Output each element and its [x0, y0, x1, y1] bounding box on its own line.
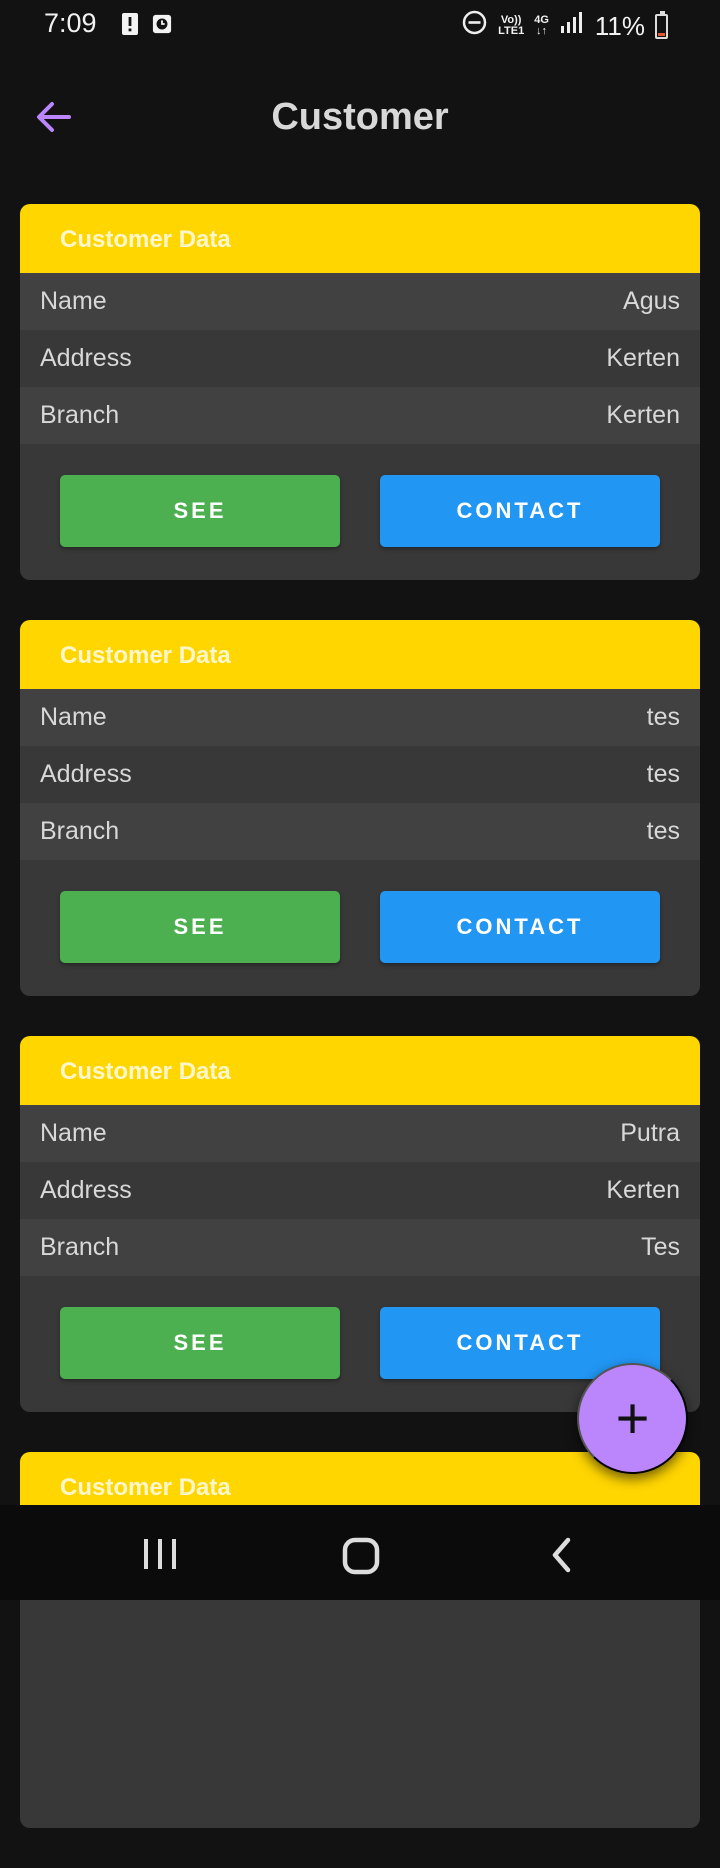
status-notification-icons [120, 12, 172, 36]
status-time: 7:09 [44, 8, 97, 38]
branch-value: Kerten [606, 401, 680, 429]
card-header: Customer Data [20, 620, 700, 689]
field-label: Branch [40, 817, 120, 845]
field-label: Address [40, 1176, 132, 1204]
home-icon[interactable] [342, 1537, 380, 1580]
contact-button[interactable]: CONTACT [380, 475, 660, 547]
battery-alert-icon [120, 12, 140, 36]
nav-back-icon[interactable] [548, 1537, 576, 1578]
field-label: Branch [40, 401, 120, 429]
see-button[interactable]: SEE [60, 891, 340, 963]
card-actions: SEE CONTACT [60, 475, 660, 547]
see-button[interactable]: SEE [60, 1307, 340, 1379]
customer-card: Customer Data Name Agus Address Kerten Bra… [20, 204, 700, 580]
address-row: Address Kerten [20, 1162, 700, 1219]
branch-row: Branch Tes [20, 1219, 700, 1276]
field-label: Name [40, 703, 107, 731]
field-label: Address [40, 344, 132, 372]
name-value: Agus [623, 287, 680, 315]
branch-row: Branch tes [20, 803, 700, 860]
clock-icon [152, 12, 172, 36]
field-label: Address [40, 760, 132, 788]
contact-button[interactable]: CONTACT [380, 891, 660, 963]
page-title: Customer [271, 96, 449, 138]
name-row: Name Agus [20, 273, 700, 330]
address-row: Address Kerten [20, 330, 700, 387]
address-value: Kerten [606, 1176, 680, 1204]
battery-icon [655, 10, 668, 39]
field-label: Name [40, 1119, 107, 1147]
battery-percent: 11% [594, 10, 645, 41]
name-value: tes [646, 703, 680, 731]
branch-row: Branch Kerten [20, 387, 700, 444]
network-type-indicator: 4G ↓↑ [534, 14, 549, 37]
customer-card: Customer Data Name tes Address tes Branch t… [20, 620, 700, 996]
name-value: Putra [620, 1119, 680, 1147]
address-value: Kerten [606, 344, 680, 372]
add-customer-button[interactable]: + [577, 1363, 688, 1474]
field-label: Branch [40, 1233, 120, 1261]
name-row: Name tes [20, 689, 700, 746]
address-row: Address tes [20, 746, 700, 803]
customer-card: Customer Data Name Putra Address Kerten Br… [20, 1036, 700, 1412]
see-button[interactable]: SEE [60, 475, 340, 547]
card-header: Customer Data [20, 1036, 700, 1105]
app-bar: Customer [0, 66, 720, 166]
status-bar: 7:09 Vo)) LTE1 4G ↓↑ 11% [0, 0, 720, 50]
address-value: tes [646, 760, 680, 788]
card-actions: SEE CONTACT [60, 1307, 660, 1379]
status-system-icons: Vo)) LTE1 4G ↓↑ 11% [461, 9, 668, 43]
card-header: Customer Data [20, 204, 700, 273]
do-not-disturb-icon [461, 9, 488, 43]
field-label: Name [40, 287, 107, 315]
signal-icon [559, 11, 585, 42]
card-actions: SEE CONTACT [60, 891, 660, 963]
name-row: Name Putra [20, 1105, 700, 1162]
system-navigation-bar [0, 1505, 720, 1600]
customer-list: Customer Data Name Agus Address Kerten Bra… [20, 204, 700, 1868]
branch-value: tes [646, 817, 680, 845]
recent-apps-icon[interactable] [142, 1537, 178, 1576]
volte-indicator: Vo)) LTE1 [498, 14, 525, 37]
branch-value: Tes [641, 1233, 680, 1261]
